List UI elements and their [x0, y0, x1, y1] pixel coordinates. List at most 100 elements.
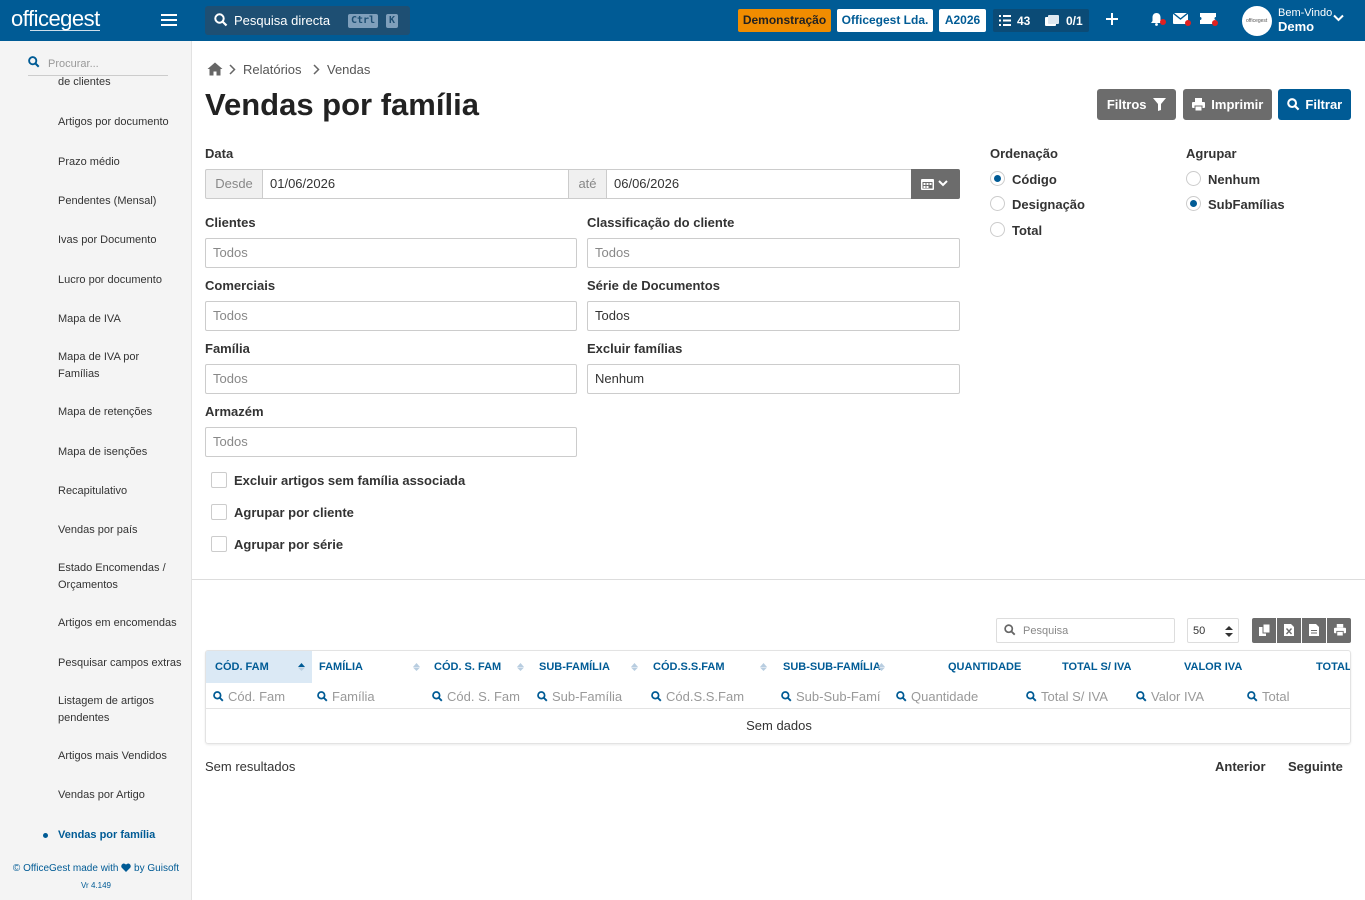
exclude-families-select[interactable]: Nenhum — [587, 364, 960, 394]
date-from-input[interactable]: 01/06/2026 — [262, 169, 569, 199]
filter-cod-s-s-fam[interactable]: Cód.S.S.Fam — [651, 689, 771, 705]
sidebar-item[interactable]: Mapa de retenções — [58, 404, 188, 421]
order-total-label[interactable]: Total — [1012, 223, 1042, 238]
tasks-icon[interactable] — [999, 15, 1011, 26]
col-header-total[interactable]: TOTAL — [1316, 651, 1351, 683]
group-subfamily-radio[interactable] — [1186, 196, 1201, 211]
order-total-radio[interactable] — [990, 222, 1005, 237]
filter-familia[interactable]: Família — [317, 689, 427, 705]
app-logo[interactable]: officegest — [11, 6, 100, 32]
filter-quantidade[interactable]: Quantidade — [896, 689, 1016, 705]
filter-sub-sub-familia[interactable]: Sub-Sub-Famí — [781, 689, 883, 705]
col-header-familia[interactable]: FAMÍLIA — [319, 651, 429, 683]
family-select[interactable]: Todos — [205, 364, 577, 394]
col-header-quantidade[interactable]: QUANTIDADE — [948, 651, 1028, 683]
sidebar-item[interactable]: Vendas por país — [58, 522, 188, 539]
company-badge[interactable]: Officegest Lda. — [837, 9, 933, 32]
group-by-series-label[interactable]: Agrupar por série — [234, 537, 343, 552]
sidebar-item-active[interactable]: Vendas por família — [58, 827, 188, 844]
col-header-label: CÓD. FAM — [215, 661, 269, 673]
page-title: Vendas por família — [205, 87, 479, 122]
filter-button[interactable]: Filtrar — [1278, 89, 1351, 120]
group-subfamily-label[interactable]: SubFamílias — [1208, 197, 1285, 212]
table-search[interactable]: Pesquisa — [996, 618, 1175, 643]
order-code-label[interactable]: Código — [1012, 172, 1057, 187]
warehouse-select[interactable]: Todos — [205, 427, 577, 457]
sidebar-item[interactable]: Vendas por Artigo — [58, 787, 188, 804]
sidebar-item[interactable]: Artigos mais Vendidos — [58, 748, 188, 765]
order-designation-radio[interactable] — [990, 196, 1005, 211]
breadcrumb-item[interactable]: Vendas — [327, 62, 370, 77]
copy-button[interactable] — [1252, 618, 1276, 643]
sidebar-item[interactable]: Estado Encomendas / Orçamentos — [58, 560, 183, 594]
col-header-label: TOTAL — [1316, 661, 1351, 673]
next-page-button[interactable]: Seguinte — [1288, 759, 1343, 774]
home-icon[interactable] — [207, 62, 223, 76]
tasks-count[interactable]: 43 — [1017, 14, 1030, 28]
sidebar-item[interactable]: Pendentes (Mensal) — [58, 193, 188, 210]
username[interactable]: Demo — [1278, 19, 1314, 34]
filter-total-s-iva[interactable]: Total S/ IVA — [1026, 689, 1126, 705]
sidebar-item[interactable]: Lucro por documento — [58, 272, 188, 289]
quick-search[interactable]: Pesquisa directa Ctrl K — [205, 6, 410, 35]
filter-valor-iva[interactable]: Valor IVA — [1136, 689, 1236, 705]
clients-select[interactable]: Todos — [205, 238, 577, 268]
group-none-label[interactable]: Nenhum — [1208, 172, 1260, 187]
client-class-select[interactable]: Todos — [587, 238, 960, 268]
sidebar-item[interactable]: Prazo médio — [58, 154, 188, 171]
sidebar-item[interactable]: Recapitulativo — [58, 483, 188, 500]
chevron-right-icon — [313, 64, 320, 75]
col-header-cod-s-fam[interactable]: CÓD. S. FAM — [434, 651, 534, 683]
order-code-radio[interactable] — [990, 171, 1005, 186]
menu-toggle-icon[interactable] — [161, 14, 177, 26]
sales-select[interactable]: Todos — [205, 301, 577, 331]
filter-total[interactable]: Total — [1247, 689, 1347, 705]
documents-count[interactable]: 0/1 — [1066, 14, 1083, 28]
filter-cod-fam[interactable]: Cód. Fam — [213, 689, 313, 705]
funnel-icon — [1153, 98, 1167, 111]
col-header-valor-iva[interactable]: VALOR IVA — [1184, 651, 1254, 683]
sidebar-item[interactable]: Listagem de artigos pendentes — [58, 693, 168, 727]
sidebar-item[interactable]: Artigos em encomendas — [58, 615, 188, 632]
exclude-no-family-checkbox[interactable] — [211, 472, 227, 488]
documents-icon[interactable] — [1045, 15, 1059, 26]
calendar-button[interactable] — [911, 169, 960, 199]
date-to-input[interactable]: 06/06/2026 — [606, 169, 912, 199]
group-by-client-label[interactable]: Agrupar por cliente — [234, 505, 354, 520]
col-header-sub-familia[interactable]: SUB-FAMÍLIA — [539, 651, 646, 683]
previous-page-button[interactable]: Anterior — [1215, 759, 1266, 774]
sidebar-item[interactable]: Pesquisar campos extras — [58, 655, 192, 672]
excel-button[interactable] — [1277, 618, 1301, 643]
col-header-cod-fam[interactable]: CÓD. FAM — [206, 651, 312, 683]
sidebar-item[interactable]: Mapa de IVA por Famílias — [58, 349, 158, 383]
sidebar-item[interactable]: Mapa de isenções — [58, 444, 188, 461]
chevron-down-icon[interactable] — [1333, 14, 1344, 22]
table-print-button[interactable] — [1327, 618, 1351, 643]
filters-button[interactable]: Filtros — [1097, 89, 1176, 120]
order-designation-label[interactable]: Designação — [1012, 197, 1085, 212]
col-header-sub-sub-familia[interactable]: SUB-SUB-FAMÍLIA — [783, 651, 893, 683]
sidebar-item[interactable]: Mapa de IVA — [58, 311, 188, 328]
series-select[interactable]: Todos — [587, 301, 960, 331]
col-header-cod-s-s-fam[interactable]: CÓD.S.S.FAM — [653, 651, 773, 683]
demo-badge[interactable]: Demonstração — [738, 9, 831, 32]
sidebar-item[interactable]: Ivas por Documento — [58, 232, 188, 249]
add-icon[interactable] — [1106, 8, 1118, 31]
group-by-series-checkbox[interactable] — [211, 536, 227, 552]
print-button[interactable]: Imprimir — [1183, 89, 1272, 120]
breadcrumb-item[interactable]: Relatórios — [243, 62, 302, 77]
year-badge[interactable]: A2026 — [939, 9, 986, 32]
avatar[interactable]: officegest — [1242, 6, 1272, 36]
group-none-radio[interactable] — [1186, 171, 1201, 186]
group-by-client-checkbox[interactable] — [211, 504, 227, 520]
sidebar-search[interactable]: Procurar... — [28, 54, 168, 76]
sidebar-item-partial[interactable]: de clientes — [58, 77, 188, 87]
page-size-select[interactable]: 50 — [1187, 618, 1239, 643]
sidebar-item[interactable]: Artigos por documento — [58, 114, 188, 131]
pdf-button[interactable] — [1302, 618, 1326, 643]
col-header-total-s-iva[interactable]: TOTAL S/ IVA — [1062, 651, 1142, 683]
filter-cod-s-fam[interactable]: Cód. S. Fam — [432, 689, 532, 705]
exclude-no-family-label[interactable]: Excluir artigos sem família associada — [234, 473, 465, 488]
printer-icon — [1334, 624, 1346, 636]
filter-sub-familia[interactable]: Sub-Família — [537, 689, 647, 705]
